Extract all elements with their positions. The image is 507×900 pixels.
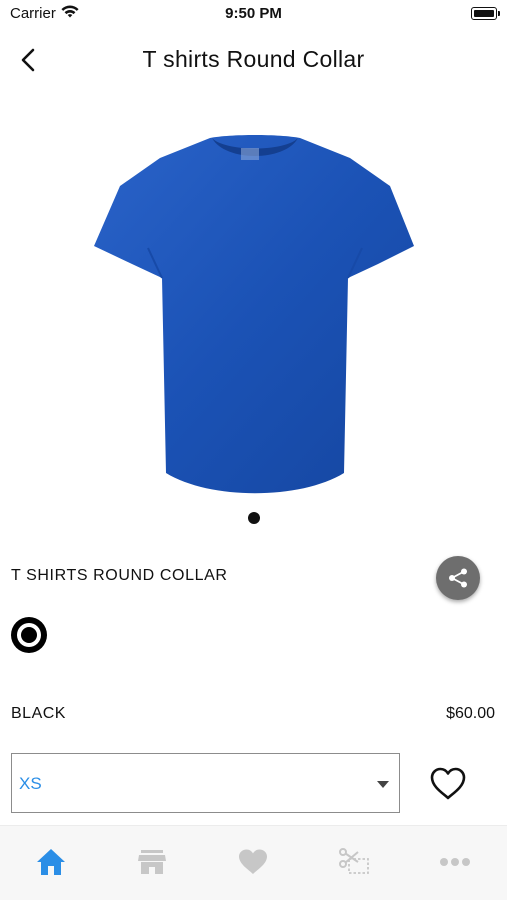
image-pager-dot[interactable] [248,512,260,524]
status-time: 9:50 PM [225,5,282,22]
tab-wishlist[interactable] [233,842,273,882]
tab-coupons[interactable] [334,842,374,882]
battery-icon [471,7,500,20]
page-title: T shirts Round Collar [142,46,365,72]
add-to-wishlist-button[interactable] [428,764,468,804]
product-name: T SHIRTS ROUND COLLAR [11,567,228,584]
chevron-down-icon [377,781,389,788]
navigation-bar: T shirts Round Collar [0,38,507,82]
coupon-scissors-icon [339,848,369,874]
chevron-left-icon [21,48,35,72]
tab-home[interactable] [31,842,71,882]
share-button[interactable] [436,556,480,600]
bottom-tab-bar [0,825,507,900]
color-swatch-black[interactable] [11,617,47,653]
tab-store[interactable] [132,842,172,882]
product-price: $60.00 [446,705,495,722]
product-image[interactable] [90,128,420,500]
back-button[interactable] [14,44,46,76]
share-icon [449,568,467,588]
more-icon [440,858,470,866]
size-select-value: XS [19,774,42,793]
selected-color-label: BLACK [11,705,66,722]
status-bar: Carrier 9:50 PM [0,0,507,28]
home-icon [37,849,65,875]
store-icon [138,850,166,874]
heart-icon [239,849,267,874]
heart-outline-icon [430,767,466,800]
size-select[interactable]: XS [11,753,400,813]
tab-more[interactable] [435,842,475,882]
